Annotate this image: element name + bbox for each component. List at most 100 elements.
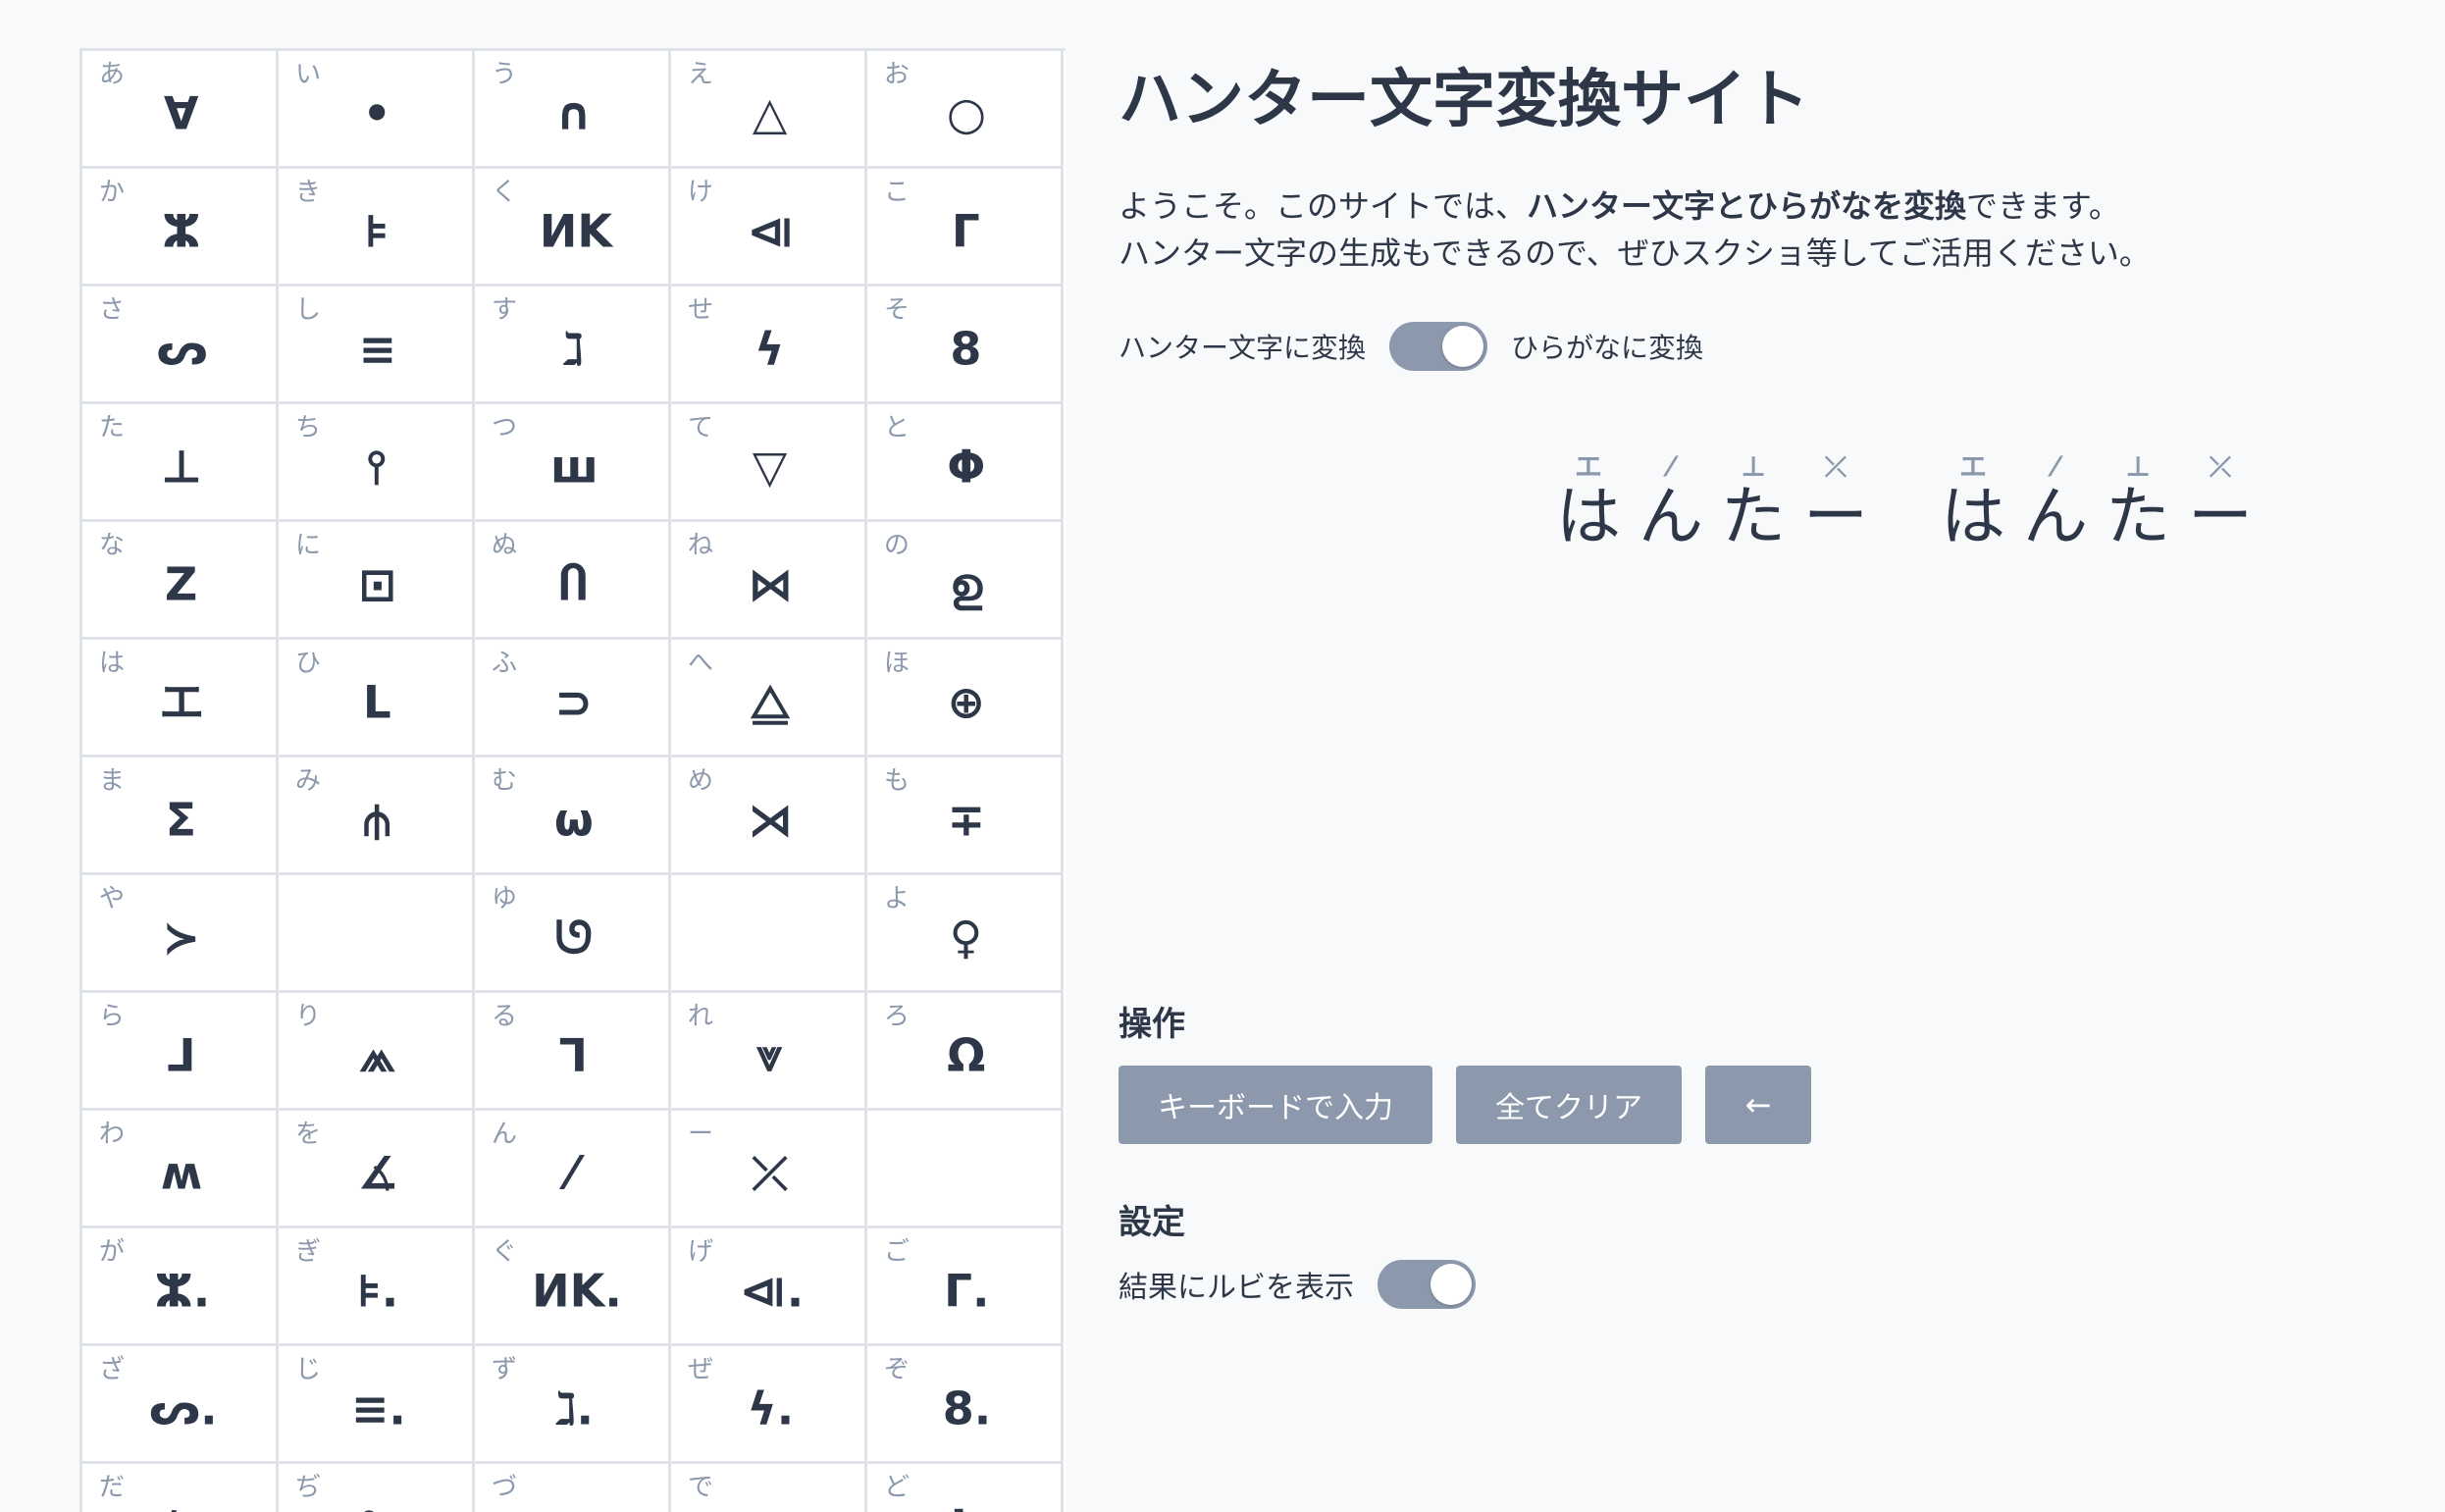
character-cell[interactable]: のഉ — [867, 522, 1064, 640]
character-cell[interactable]: が ⵣ. — [82, 1228, 279, 1346]
cell-kana-label: く — [492, 178, 518, 207]
character-cell[interactable]: よ ♀ — [867, 875, 1064, 993]
character-cell[interactable]: ず ℷ. — [475, 1346, 671, 1464]
character-cell[interactable]: ぬႶ — [475, 522, 671, 640]
character-cell[interactable]: ぢ ⫯. — [279, 1464, 475, 1512]
character-cell[interactable]: き ⊧ — [279, 169, 475, 287]
character-cell[interactable]: ざ ᔕ. — [82, 1346, 279, 1464]
cell-kana-label: ず — [492, 1355, 518, 1384]
character-cell[interactable]: り ⩕ — [279, 993, 475, 1111]
cell-kana-label: ぐ — [492, 1237, 518, 1267]
cell-kana-label: そ — [884, 295, 910, 325]
character-cell[interactable]: ぜ ϟ. — [671, 1346, 867, 1464]
character-cell[interactable]: げ ⧏. — [671, 1228, 867, 1346]
cell-hunter-glyph: ○ — [946, 86, 986, 140]
character-cell[interactable]: せϟ — [671, 287, 867, 404]
character-cell[interactable]: や ≻ — [82, 875, 279, 993]
mode-label-to-hunter: ハンター文字に変換 — [1118, 332, 1367, 364]
character-cell[interactable]: で ▽. — [671, 1464, 867, 1512]
character-cell[interactable]: るꞀ — [475, 993, 671, 1111]
result-character: エは — [1939, 453, 2007, 549]
character-cell[interactable]: ご ᒥ. — [867, 1228, 1064, 1346]
character-cell[interactable]: え △ — [671, 51, 867, 169]
character-cell[interactable]: を ∡ — [279, 1111, 475, 1228]
character-cell[interactable]: ゆᘎ — [475, 875, 671, 993]
character-cell[interactable]: むω — [475, 757, 671, 875]
character-cell[interactable]: ぐ ⵍK. — [475, 1228, 671, 1346]
cell-kana-label: も — [884, 766, 910, 796]
character-cell[interactable]: い • — [279, 51, 475, 169]
cell-hunter-glyph: ⤫ — [752, 1146, 789, 1200]
cell-hunter-glyph: エ — [159, 675, 205, 729]
show-ruby-toggle[interactable] — [1378, 1260, 1476, 1309]
character-cell[interactable]: に ⊡ — [279, 522, 475, 640]
cell-kana-label: ゆ — [492, 884, 518, 913]
character-cell[interactable]: ぞ 8. — [867, 1346, 1064, 1464]
clear-all-button[interactable]: 全てクリア — [1456, 1066, 1682, 1144]
character-cell[interactable]: み ⫛ — [279, 757, 475, 875]
character-cell[interactable]: も ∓ — [867, 757, 1064, 875]
cell-hunter-glyph: ᔕ. — [148, 1382, 218, 1435]
cell-kana-label: だ — [99, 1473, 126, 1502]
cell-hunter-glyph: ш. — [543, 1503, 607, 1512]
character-cell[interactable]: ん ⁄ — [475, 1111, 671, 1228]
character-cell[interactable]: まΣ — [82, 757, 279, 875]
cell-hunter-glyph: ⧋ — [750, 675, 791, 729]
character-cell[interactable]: とΦ — [867, 404, 1064, 522]
character-cell[interactable]: ち ⫯ — [279, 404, 475, 522]
character-cell[interactable]: ふ ⊃ — [475, 640, 671, 757]
cell-hunter-glyph: ♀ — [949, 911, 983, 965]
character-cell[interactable]: ろΩ — [867, 993, 1064, 1111]
cell-hunter-glyph: ᔕ — [156, 322, 208, 376]
cell-kana-label: よ — [884, 884, 910, 913]
character-cell[interactable]: く ⵍK — [475, 169, 671, 287]
character-cell[interactable]: そ8 — [867, 287, 1064, 404]
cell-hunter-glyph: ⵍK. — [532, 1264, 622, 1318]
character-cell[interactable]: め ⋊ — [671, 757, 867, 875]
character-cell[interactable]: て ▽ — [671, 404, 867, 522]
character-cell[interactable]: づ ш. — [475, 1464, 671, 1512]
character-cell[interactable]: ー ⤫ — [671, 1111, 867, 1228]
character-cell[interactable]: れ ⩔ — [671, 993, 867, 1111]
cell-hunter-glyph: ⅃ — [166, 1028, 195, 1082]
character-cell[interactable]: へ ⧋ — [671, 640, 867, 757]
cell-hunter-glyph: ⧏ — [747, 204, 795, 258]
result-kana: ん — [1639, 479, 1703, 554]
character-cell[interactable]: ほ ⊕ — [867, 640, 1064, 757]
character-cell[interactable]: う ∩ — [475, 51, 671, 169]
cell-hunter-glyph: ▽ — [752, 440, 788, 494]
character-cell[interactable]: ど Φ. — [867, 1464, 1064, 1512]
character-cell[interactable]: ひᒪ — [279, 640, 475, 757]
cell-hunter-glyph: ഉ — [949, 557, 983, 611]
cell-hunter-glyph: ℷ. — [553, 1382, 595, 1435]
cell-hunter-glyph: ∓ — [947, 793, 986, 847]
cell-hunter-glyph: ⫛ — [363, 793, 390, 847]
character-cell[interactable]: なZ — [82, 522, 279, 640]
character-cell[interactable]: あ ∀ — [82, 51, 279, 169]
keyboard-input-button[interactable]: キーボードで入力 — [1118, 1066, 1432, 1144]
character-cell[interactable]: だ ⊥. — [82, 1464, 279, 1512]
cell-kana-label: ね — [688, 531, 714, 560]
character-cell[interactable]: け ⧏ — [671, 169, 867, 287]
character-cell[interactable]: ら ⅃ — [82, 993, 279, 1111]
cell-kana-label: せ — [688, 295, 714, 325]
character-cell[interactable]: じ ≡. — [279, 1346, 475, 1464]
character-cell[interactable]: つш — [475, 404, 671, 522]
character-cell[interactable]: お ○ — [867, 51, 1064, 169]
character-cell[interactable]: わʍ — [82, 1111, 279, 1228]
backspace-button[interactable]: ← — [1705, 1066, 1811, 1144]
cell-kana-label: で — [688, 1473, 714, 1502]
conversion-mode-toggle[interactable] — [1389, 322, 1488, 371]
character-cell[interactable]: こᒥ — [867, 169, 1064, 287]
character-cell[interactable]: ぎ ⊧. — [279, 1228, 475, 1346]
cell-kana-label: え — [688, 60, 714, 89]
character-cell[interactable]: すℷ — [475, 287, 671, 404]
cell-kana-label: し — [295, 295, 322, 325]
character-cell[interactable]: さᔕ — [82, 287, 279, 404]
cell-hunter-glyph: Z — [164, 557, 198, 611]
character-cell[interactable]: た ⊥ — [82, 404, 279, 522]
character-cell[interactable]: し ≡ — [279, 287, 475, 404]
character-cell[interactable]: かⵣ — [82, 169, 279, 287]
character-cell[interactable]: ね ⋈ — [671, 522, 867, 640]
character-cell[interactable]: はエ — [82, 640, 279, 757]
